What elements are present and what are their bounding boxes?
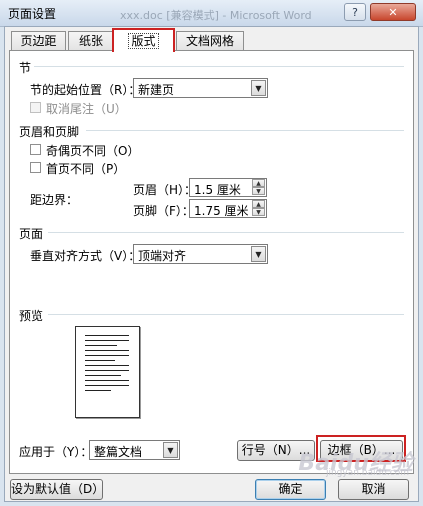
watermark-url: jingyan.baidu.com [325,468,409,478]
from-edge-label: 距边界： [30,193,79,207]
close-icon: ✕ [388,6,398,19]
preview-page [75,326,140,418]
spin-up-icon[interactable]: ▲ [252,179,265,187]
help-icon: ? [352,6,358,19]
section-start-select[interactable]: 新建页 ▼ [133,78,268,98]
footer-distance-label: 页脚（F）： [133,204,194,218]
header-distance-label: 页眉（H）： [133,183,197,197]
chevron-down-icon: ▼ [251,246,266,262]
vertical-alignment-label: 垂直对齐方式（V）： [30,249,141,263]
tab-paper[interactable]: 纸张 [68,31,114,51]
section-start-value: 新建页 [138,83,175,97]
close-button[interactable]: ✕ [370,3,416,21]
window-title: 页面设置 [8,7,57,21]
footer-distance-value: 1.75 厘米 [194,204,249,218]
section-heading: 节 [19,61,32,75]
preview-line [85,370,129,371]
background-window-title: xxx.doc [兼容模式] - Microsoft Word [120,9,312,22]
apply-to-label: 应用于（Y）： [19,445,93,459]
odd-even-label: 奇偶页不同（O） [46,144,140,158]
tab-margins[interactable]: 页边距 [11,31,66,51]
preview-line [85,350,129,351]
section-separator [34,66,404,67]
tab-layout-label: 版式 [128,33,159,49]
header-footer-heading: 页眉和页脚 [19,125,80,139]
spin-down-icon[interactable]: ▼ [252,208,265,216]
preview-heading: 预览 [19,309,44,323]
preview-line [85,345,117,346]
header-footer-separator [86,130,404,131]
tab-document-grid[interactable]: 文档网格 [176,31,244,51]
cancel-button[interactable]: 取消 [338,479,409,500]
page-separator [48,232,404,233]
section-start-label: 节的起始位置（R）： [30,83,141,97]
apply-to-value: 整篇文档 [94,445,143,459]
first-page-checkbox[interactable] [30,162,41,173]
preview-line [85,380,129,381]
vertical-alignment-select[interactable]: 顶端对齐 ▼ [133,244,268,264]
help-button[interactable]: ? [344,3,366,21]
header-distance-value: 1.5 厘米 [194,183,241,197]
suppress-endnotes-checkbox[interactable] [30,102,41,113]
apply-to-select[interactable]: 整篇文档 ▼ [89,440,180,460]
page-heading: 页面 [19,227,44,241]
preview-separator [48,314,404,315]
preview-line [85,390,111,391]
odd-even-checkbox[interactable] [30,144,41,155]
spin-down-icon[interactable]: ▼ [252,187,265,195]
spin-up-icon[interactable]: ▲ [252,200,265,208]
suppress-endnotes-label: 取消尾注（U） [46,102,127,116]
preview-line [85,375,121,376]
preview-line [85,335,129,336]
preview-line [85,385,129,386]
footer-distance-field[interactable]: 1.75 厘米 ▲ ▼ [189,199,267,218]
first-page-label: 首页不同（P） [46,162,126,176]
set-default-button[interactable]: 设为默认值（D） [10,479,103,500]
header-distance-field[interactable]: 1.5 厘米 ▲ ▼ [189,178,267,197]
preview-line [85,340,129,341]
chevron-down-icon: ▼ [163,442,178,458]
vertical-alignment-value: 顶端对齐 [138,249,187,263]
preview-line [85,355,129,356]
tab-layout[interactable]: 版式 [112,28,175,52]
ok-button[interactable]: 确定 [255,479,326,500]
preview-line [85,365,129,366]
chevron-down-icon: ▼ [251,80,266,96]
preview-line [85,360,115,361]
